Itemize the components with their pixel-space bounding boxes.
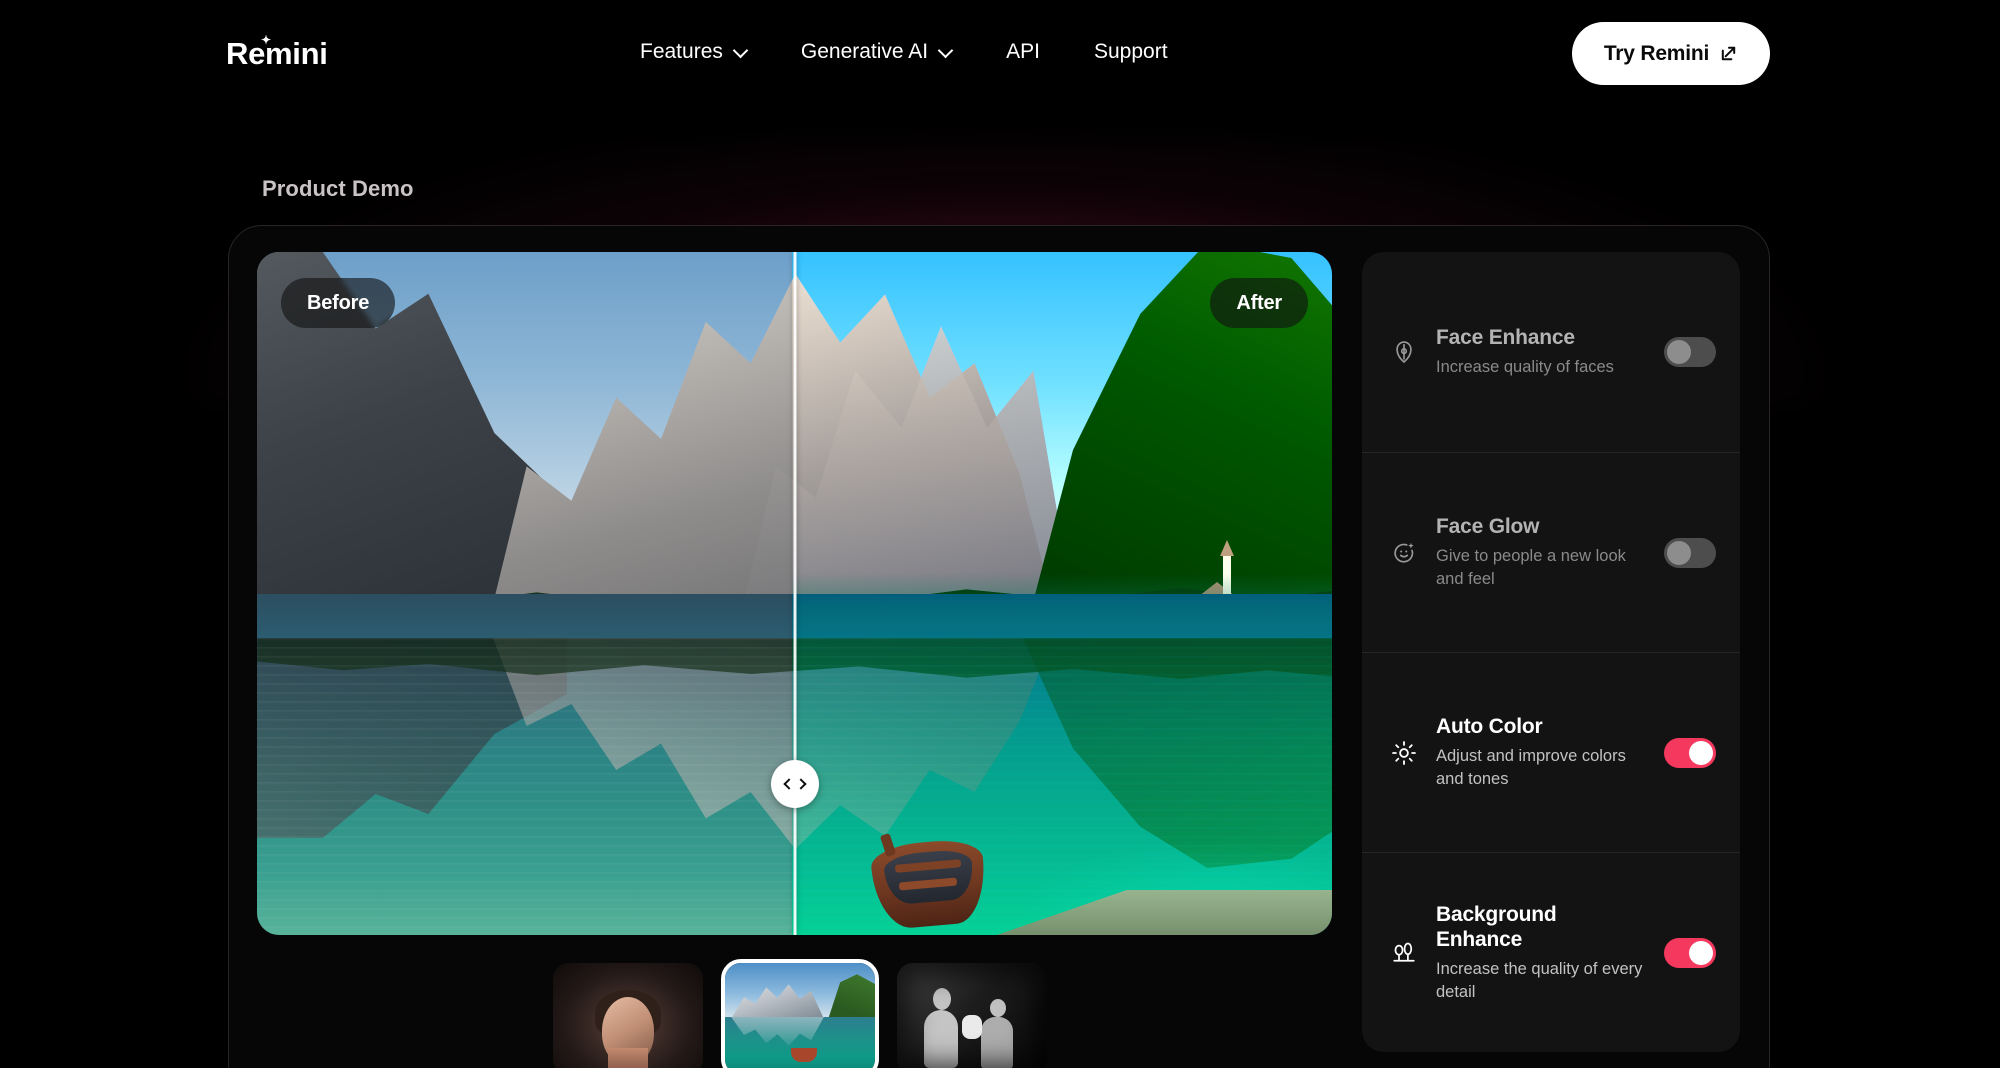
section-label: Product Demo (262, 176, 414, 201)
feature-row-auto-color: Auto Color Adjust and improve colors and… (1362, 652, 1740, 852)
toggle-knob (1667, 340, 1691, 364)
face-glow-icon (1384, 540, 1424, 566)
top-navigation-bar: Remini ✦ Features Generative AI API Supp… (0, 0, 2000, 116)
toggle-face-enhance[interactable] (1664, 337, 1716, 367)
toggle-knob (1667, 540, 1691, 565)
brand-logo[interactable]: Remini ✦ (226, 33, 328, 72)
before-after-viewer[interactable]: Before After (257, 252, 1332, 935)
face-enhance-icon (1384, 339, 1424, 365)
thumbnail-portrait[interactable] (553, 963, 703, 1068)
feature-description: Give to people a new look and feel (1436, 547, 1626, 588)
feature-title: Face Enhance (1436, 326, 1575, 350)
nav-item-label: Features (640, 40, 723, 63)
nav-item-label: Generative AI (800, 40, 929, 63)
chevron-down-icon (939, 44, 952, 57)
chevron-left-icon (782, 778, 795, 790)
feature-row-background-enhance: Background Enhance Increase the quality … (1362, 852, 1740, 1052)
feature-row-face-glow: Face Glow Give to people a new look and … (1362, 452, 1740, 652)
brand-logo-text: Remini (226, 36, 328, 71)
feature-title: Face Glow (1436, 515, 1540, 539)
try-remini-button[interactable]: Try Remini (1572, 22, 1770, 85)
feature-description: Adjust and improve colors and tones (1436, 747, 1626, 788)
feature-row-face-enhance: Face Enhance Increase quality of faces (1362, 252, 1740, 452)
sparkle-icon: ✦ (261, 33, 271, 47)
nav-item-api[interactable]: API (1006, 40, 1040, 64)
nav-item-label: Support (1093, 40, 1168, 63)
feature-description: Increase the quality of every detail (1436, 959, 1643, 1001)
nav-item-support[interactable]: Support (1094, 40, 1168, 64)
nav-item-label: API (1006, 40, 1040, 63)
toggle-background-enhance[interactable] (1664, 937, 1716, 968)
toggle-auto-color[interactable] (1664, 737, 1716, 768)
comparison-split-line (793, 252, 796, 935)
toggle-knob (1689, 940, 1713, 965)
page-root: Remini ✦ Features Generative AI API Supp… (0, 0, 2000, 1068)
boat-object (865, 812, 995, 935)
nav-item-generative-ai[interactable]: Generative AI (801, 40, 952, 64)
feature-title: Background Enhance (1436, 902, 1557, 952)
feature-description: Increase quality of faces (1436, 357, 1614, 376)
chevron-down-icon (734, 44, 747, 57)
toggle-knob (1689, 740, 1713, 765)
try-remini-label: Try Remini (1603, 41, 1710, 65)
brightness-sun-icon (1384, 740, 1424, 766)
thumbnail-strip (553, 959, 1047, 1068)
trees-landscape-icon (1384, 940, 1424, 966)
thumbnail-vintage-family[interactable] (897, 963, 1047, 1068)
nav-links: Features Generative AI API Support (640, 40, 1168, 64)
external-link-icon (1719, 44, 1738, 63)
chevron-right-icon (794, 778, 807, 790)
feature-title: Auto Color (1436, 715, 1543, 739)
before-badge: Before (281, 278, 396, 328)
toggle-face-glow[interactable] (1664, 537, 1716, 568)
thumbnail-lake[interactable] (721, 959, 879, 1068)
nav-item-features[interactable]: Features (640, 40, 747, 64)
after-badge: After (1210, 278, 1308, 328)
comparison-slider-handle[interactable] (770, 760, 819, 808)
enhancement-settings-panel: Face Enhance Increase quality of faces F… (1362, 252, 1740, 1052)
